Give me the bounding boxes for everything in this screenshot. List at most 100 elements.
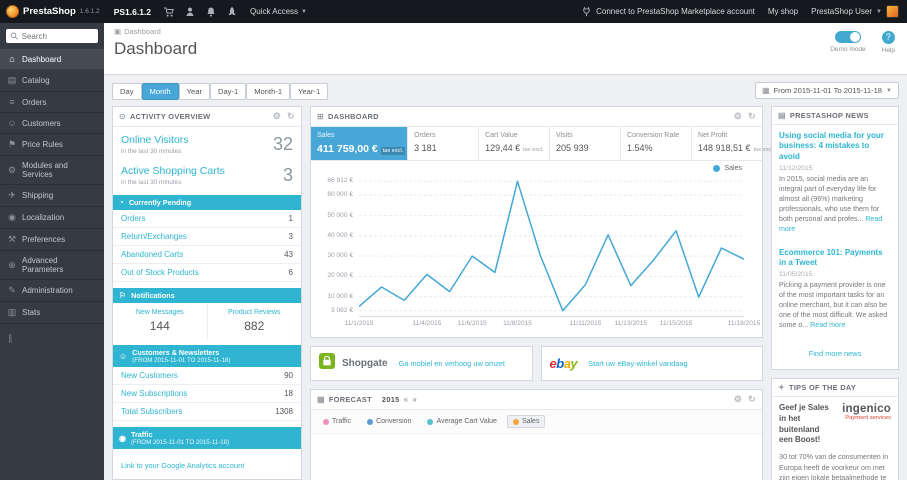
activity-row[interactable]: Total Subscribers 1308	[113, 403, 301, 421]
section-title: Traffic	[130, 430, 153, 439]
sidebar-item-administration[interactable]: ✎ Administration	[0, 280, 104, 302]
forecast-prev-year-button[interactable]: «	[404, 395, 409, 404]
y-axis-tick: 3 082 €	[331, 306, 353, 314]
forecast-legend-average-cart-value[interactable]: Average Cart Value	[421, 415, 502, 428]
sidebar-item-price-rules[interactable]: ⚑ Price Rules	[0, 134, 104, 156]
y-axis-tick: 30 000 €	[327, 252, 353, 260]
activity-row-label[interactable]: Abandoned Carts	[121, 250, 183, 259]
activity-row-value: 3	[288, 232, 293, 241]
kpi-tab-orders[interactable]: Orders 3 181	[408, 127, 480, 160]
news-article-title[interactable]: Using social media for your business: 4 …	[779, 131, 891, 162]
cart-notifications-icon[interactable]	[163, 6, 175, 18]
activity-row-label[interactable]: New Customers	[121, 371, 178, 380]
activity-row[interactable]: Out of Stock Products 6	[113, 264, 301, 282]
activity-row[interactable]: Abandoned Carts 43	[113, 246, 301, 264]
marketplace-connect-link[interactable]: Connect to PrestaShop Marketplace accoun…	[581, 6, 755, 17]
kpi-tab-sales[interactable]: Sales 411 759,00 € tax excl.	[311, 127, 409, 160]
activity-cell-product-reviews[interactable]: Product Reviews 882	[208, 303, 302, 339]
calendar-icon: ▦	[761, 86, 770, 95]
forecast-legend-conversion[interactable]: Conversion	[361, 415, 417, 428]
my-shop-link[interactable]: My shop	[768, 7, 798, 16]
forecast-year: 2015	[381, 395, 400, 404]
activity-row-label[interactable]: New Subscriptions	[121, 389, 187, 398]
user-menu[interactable]: PrestaShop User ▼	[811, 5, 899, 18]
customer-notifications-icon[interactable]	[184, 6, 196, 18]
panel-settings-gear-icon[interactable]: ⚙	[734, 394, 742, 405]
activity-cells: New Messages 144 Product Reviews 882	[113, 303, 301, 339]
activity-row[interactable]: New Customers 90	[113, 367, 301, 385]
forecast-next-year-button[interactable]: »	[412, 395, 417, 404]
kpi-value: 3 181	[414, 143, 472, 153]
filter-button-month[interactable]: Month	[141, 83, 179, 100]
dashboard-icon: ⌂	[9, 54, 15, 64]
breadcrumb[interactable]: ▣ Dashboard	[114, 27, 897, 36]
y-axis-tick: 66 912 €	[327, 177, 353, 185]
google-analytics-link[interactable]: Link to your Google Analytics account	[121, 461, 244, 470]
kpi-tab-cart-value[interactable]: Cart Value 129,44 € tax excl.	[479, 127, 551, 160]
kpi-tab-conversion-rate[interactable]: Conversion Rate 1.54%	[621, 127, 693, 160]
filter-button-day-1[interactable]: Day-1	[209, 83, 247, 100]
panel-refresh-icon[interactable]: ↻	[287, 111, 295, 122]
ebay-promo-link[interactable]: Start uw eBay-winkel vandaag	[588, 359, 687, 369]
filter-button-year[interactable]: Year	[178, 83, 210, 100]
dashboard-panel-title: DASHBOARD	[328, 112, 379, 121]
prestashop-logo[interactable]: PrestaShop 1.6.1.2	[0, 5, 106, 18]
kpi-tab-net-profit[interactable]: Net Profit 148 918,51 € tax excl.	[692, 127, 774, 160]
sidebar-item-dashboard[interactable]: ⌂ Dashboard	[0, 49, 104, 70]
sidebar-item-label: Orders	[22, 97, 47, 107]
sidebar-item-customers[interactable]: ☺ Customers	[0, 113, 104, 134]
sidebar-search[interactable]	[6, 29, 98, 43]
activity-row-label[interactable]: Return/Exchanges	[121, 232, 187, 241]
activity-row-label[interactable]: Out of Stock Products	[121, 268, 199, 277]
filter-button-month-1[interactable]: Month-1	[246, 83, 291, 100]
demo-mode-toggle[interactable]	[834, 31, 861, 43]
news-article-title[interactable]: Ecommerce 101: Payments in a Tweet	[779, 248, 891, 269]
sidebar-collapse-button[interactable]: ∥	[0, 324, 104, 353]
sidebar-item-stats[interactable]: ▥ Stats	[0, 302, 104, 324]
active-carts-counter[interactable]: Active Shopping Carts in the last 30 min…	[113, 158, 301, 189]
panel-settings-gear-icon[interactable]: ⚙	[734, 111, 742, 122]
onboarding-rocket-icon[interactable]	[226, 6, 238, 18]
section-title: Notifications	[131, 291, 175, 300]
activity-row[interactable]: Return/Exchanges 3	[113, 228, 301, 246]
kpi-tab-visits[interactable]: Visits 205 939	[550, 127, 622, 160]
sidebar-item-preferences[interactable]: ⚒ Preferences	[0, 229, 104, 251]
activity-row[interactable]: New Subscriptions 18	[113, 385, 301, 403]
online-visitors-counter[interactable]: Online Visitors in the last 30 minutes 3…	[113, 127, 301, 158]
ebay-promo[interactable]: ebay Start uw eBay-winkel vandaag	[540, 346, 763, 381]
brand-name: PrestaShop	[23, 6, 76, 17]
sidebar: ⌂ Dashboard ▤ Catalog ≡ Orders ☺ Customers ⚑ Pric…	[0, 23, 104, 480]
date-range-picker[interactable]: ▦ From 2015-11-01 To 2015-11-18 ▼	[754, 82, 899, 99]
forecast-legend-sales[interactable]: Sales	[506, 415, 546, 428]
news-panel-title: PRESTASHOP NEWS	[789, 111, 869, 120]
sidebar-item-shipping[interactable]: ✈ Shipping	[0, 185, 104, 207]
sales-chart-plot[interactable]	[358, 175, 745, 317]
help-icon[interactable]: ?	[881, 31, 895, 44]
activity-cell-new-messages[interactable]: New Messages 144	[113, 303, 208, 339]
panel-refresh-icon[interactable]: ↻	[748, 111, 756, 122]
section-subtitle: (FROM 2015-11-01 TO 2015-11-18)	[132, 357, 231, 364]
sidebar-item-localization[interactable]: ◉ Localization	[0, 207, 104, 229]
shopgate-promo[interactable]: Shopgate Ga mobiel en verhoog uw omzet	[310, 346, 533, 381]
filter-button-year-1[interactable]: Year-1	[290, 83, 329, 100]
forecast-legend-traffic[interactable]: Traffic	[317, 415, 357, 428]
read-more-link[interactable]: Read more	[810, 321, 845, 329]
sidebar-item-advanced-parameters[interactable]: ⊕ Advanced Parameters	[0, 251, 104, 280]
sidebar-item-modules-and-services[interactable]: ⚙ Modules and Services	[0, 156, 104, 185]
message-notifications-icon[interactable]	[205, 6, 217, 18]
section-title: Customers & Newsletters	[132, 348, 220, 357]
search-input[interactable]	[21, 31, 94, 41]
activity-row[interactable]: Orders 1	[113, 210, 301, 228]
activity-row-label[interactable]: Total Subscribers	[121, 407, 182, 416]
panel-settings-gear-icon[interactable]: ⚙	[273, 111, 281, 122]
shipping-icon: ✈	[8, 190, 16, 200]
filter-button-day[interactable]: Day	[112, 83, 142, 100]
panel-refresh-icon[interactable]: ↻	[748, 394, 756, 405]
activity-row-label[interactable]: Orders	[121, 214, 145, 223]
find-more-news-link[interactable]: Find more news	[809, 349, 862, 358]
sidebar-item-catalog[interactable]: ▤ Catalog	[0, 70, 104, 92]
sidebar-item-orders[interactable]: ≡ Orders	[0, 92, 104, 113]
quick-access-menu[interactable]: Quick Access ▼	[250, 7, 307, 16]
shopgate-promo-link[interactable]: Ga mobiel en verhoog uw omzet	[399, 359, 505, 369]
sales-series-line	[358, 180, 745, 312]
